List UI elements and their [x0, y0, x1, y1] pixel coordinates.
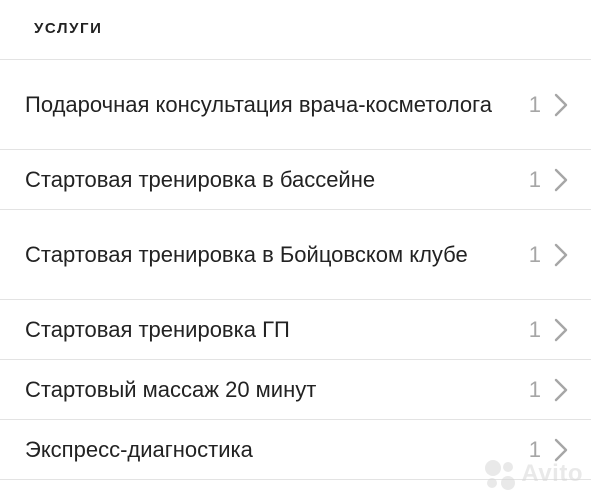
chevron-right-icon: [553, 378, 569, 402]
service-count: 1: [528, 91, 541, 117]
service-label: Экспресс-диагностика: [25, 436, 253, 462]
service-row-fight-club[interactable]: Стартовая тренировка в Бойцовском клубе …: [0, 210, 591, 300]
services-list: Подарочная консультация врача-косметолог…: [0, 60, 591, 480]
services-screen: УСЛУГИ Подарочная консультация врача-кос…: [0, 0, 591, 502]
chevron-right-icon: [553, 93, 569, 117]
service-count: 1: [528, 166, 541, 192]
avito-watermark: Avito: [483, 458, 583, 490]
chevron-right-icon: [553, 168, 569, 192]
service-count: 1: [528, 376, 541, 402]
service-row-massage[interactable]: Стартовый массаж 20 минут 1: [0, 360, 591, 420]
service-label: Подарочная консультация врача-косметолог…: [25, 91, 492, 117]
service-row-pool[interactable]: Стартовая тренировка в бассейне 1: [0, 150, 591, 210]
service-label: Стартовая тренировка в бассейне: [25, 166, 376, 192]
avito-logo-icon: [483, 458, 516, 490]
avito-watermark-text: Avito: [521, 460, 583, 487]
section-header: УСЛУГИ: [0, 0, 591, 60]
section-title: УСЛУГИ: [34, 20, 103, 37]
chevron-right-icon: [553, 318, 569, 342]
service-label: Стартовая тренировка в Бойцовском клубе: [25, 241, 468, 267]
service-count: 1: [528, 241, 541, 267]
service-label: Стартовый массаж 20 минут: [25, 376, 317, 402]
service-count: 1: [528, 316, 541, 342]
chevron-right-icon: [553, 243, 569, 267]
service-label: Стартовая тренировка ГП: [25, 316, 290, 342]
service-row-cosmetologist[interactable]: Подарочная консультация врача-косметолог…: [0, 60, 591, 150]
service-row-gp[interactable]: Стартовая тренировка ГП 1: [0, 300, 591, 360]
